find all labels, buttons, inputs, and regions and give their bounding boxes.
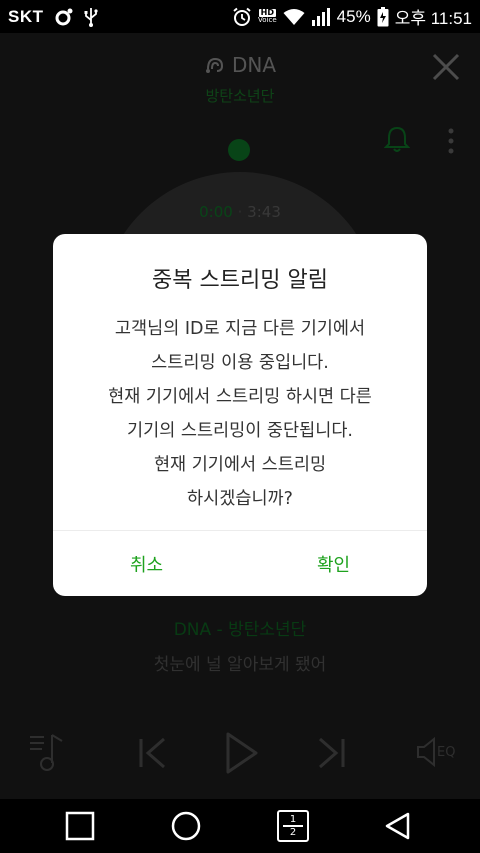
dialog-message-line: 현재 기기에서 스트리밍 하시면 다른	[108, 387, 372, 407]
clock: 오후 11:51	[394, 9, 472, 28]
dual-window-top-label: 1	[289, 814, 297, 826]
signal-icon	[311, 7, 330, 26]
dialog-message: 고객님의 ID로 지금 다른 기기에서 스트리밍 이용 중입니다. 현재 기기에…	[53, 312, 427, 516]
wifi-icon	[283, 8, 305, 25]
confirm-button[interactable]: 확인	[240, 531, 427, 596]
dual-window-button[interactable]: 1 2	[277, 810, 309, 842]
back-icon[interactable]	[382, 810, 414, 842]
circle-notification-icon	[55, 8, 72, 25]
battery-icon	[377, 6, 389, 26]
voice-label: Voice	[258, 16, 277, 24]
battery-percent: 45%	[336, 6, 371, 26]
dialog-message-line: 고객님의 ID로 지금 다른 기기에서	[114, 319, 366, 339]
dialog-title: 중복 스트리밍 알림	[152, 268, 328, 293]
navigation-bar: 1 2	[0, 799, 480, 853]
dialog-message-line: 스트리밍 이용 중입니다.	[151, 353, 329, 373]
carrier-label: SKT	[8, 6, 44, 26]
duplicate-streaming-dialog: 중복 스트리밍 알림 고객님의 ID로 지금 다른 기기에서 스트리밍 이용 중…	[53, 234, 427, 596]
square-nav-icon[interactable]	[64, 810, 96, 842]
usb-icon	[84, 7, 98, 27]
alarm-icon	[233, 7, 251, 26]
hd-voice-badge: HD Voice	[258, 9, 277, 24]
home-icon[interactable]	[170, 810, 202, 842]
dual-window-bottom-label: 2	[289, 826, 297, 838]
status-bar: SKT HD Voice 45% 오후 11:51	[0, 0, 480, 33]
dialog-message-line: 하시겠습니까?	[187, 489, 293, 509]
dialog-message-line: 기기의 스트리밍이 중단됩니다.	[127, 421, 353, 441]
dialog-message-line: 현재 기기에서 스트리밍	[153, 455, 327, 475]
cancel-button[interactable]: 취소	[53, 531, 240, 596]
